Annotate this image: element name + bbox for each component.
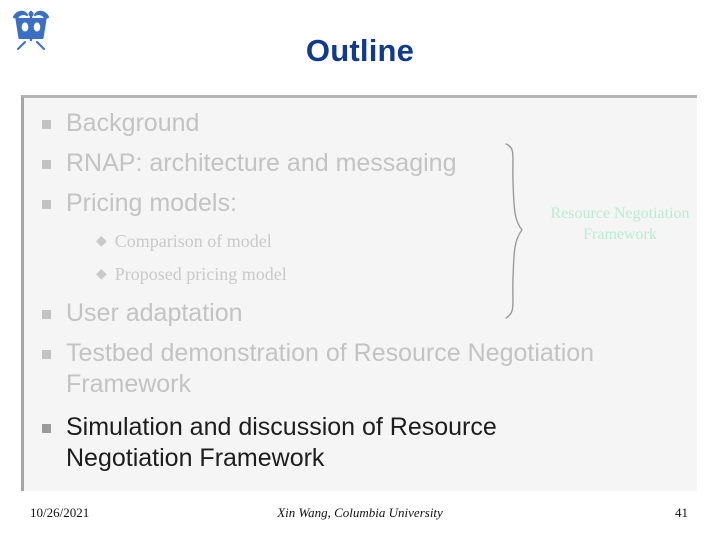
square-bullet-icon [42,160,51,169]
sub-list-item[interactable]: ◆ Proposed pricing model [96,262,287,287]
list-item[interactable]: Testbed demonstration of Resource Negoti… [42,338,672,400]
footer-page-number: 41 [675,505,688,520]
list-item-label: Pricing models: [66,189,237,217]
square-bullet-icon [42,424,51,433]
list-item-label: Background [66,109,200,137]
list-item[interactable]: Background [42,108,199,139]
list-item[interactable]: User adaptation [42,298,243,329]
list-item-label: Testbed demonstration of Resource Negoti… [66,339,602,398]
square-bullet-icon [42,350,51,359]
square-bullet-icon [42,120,51,129]
footer: 10/26/2021 Xin Wang, Columbia University… [22,500,698,530]
diamond-bullet-icon: ◆ [96,267,107,282]
list-item[interactable]: RNAP: architecture and messaging [42,148,456,179]
sub-list-item-label: Proposed pricing model [114,264,287,284]
sub-list-item-label: Comparison of model [114,231,272,251]
annotation-label-line2: Framework [583,226,657,243]
square-bullet-icon [42,200,51,209]
list-item-label: User adaptation [66,299,243,327]
annotation-label-line1: Resource Negotiation [550,205,690,222]
list-item-label: Simulation and discussion of Resource Ne… [66,413,504,472]
list-item[interactable]: Simulation and discussion of Resource Ne… [42,412,572,474]
annotation-label: Resource Negotiation Framework [520,203,720,245]
page-title: Outline [305,33,415,68]
square-bullet-icon [42,310,51,319]
list-item-label: RNAP: architecture and messaging [66,149,457,177]
sub-list-item[interactable]: ◆ Comparison of model [96,229,272,254]
list-item[interactable]: Pricing models: [42,188,237,219]
footer-author: Xin Wang, Columbia University [277,505,443,520]
diamond-bullet-icon: ◆ [96,234,107,249]
